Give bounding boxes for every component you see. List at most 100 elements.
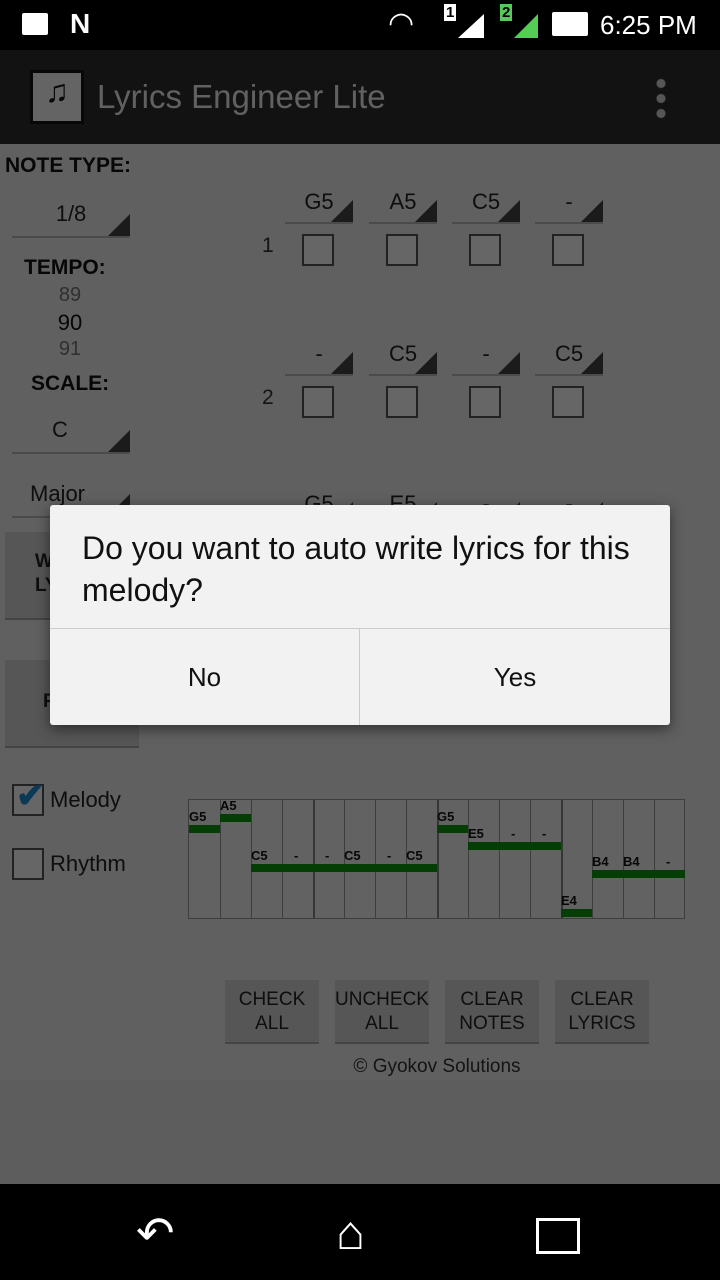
roll-note (623, 870, 654, 878)
note-spinner[interactable]: A5 (369, 184, 437, 224)
back-icon[interactable]: ↶ (136, 1206, 175, 1260)
roll-note (592, 870, 623, 878)
roll-note (251, 864, 282, 872)
roll-note-label: - (542, 826, 547, 841)
roll-note-label: - (294, 848, 299, 863)
wifi-icon: ◠ (388, 7, 415, 40)
scale-key-spinner[interactable]: C (12, 412, 130, 454)
roll-note-label: - (325, 848, 330, 863)
note-spinner[interactable]: C5 (535, 336, 603, 376)
clock: 6:25 PM (600, 10, 697, 40)
roll-note (375, 864, 406, 872)
rhythm-label: Rhythm (50, 851, 126, 876)
note-checkbox[interactable] (469, 234, 501, 266)
roll-note (220, 814, 251, 822)
clear-lyrics-button[interactable]: CLEAR LYRICS (555, 980, 649, 1044)
roll-note (344, 864, 375, 872)
scale-label: SCALE: (31, 372, 110, 395)
roll-gridline (468, 800, 469, 918)
auto-write-dialog: Do you want to auto write lyrics for thi… (50, 505, 670, 725)
note-type-spinner[interactable]: 1/8 (12, 196, 130, 238)
roll-note (499, 842, 530, 850)
note-checkbox[interactable] (552, 386, 584, 418)
home-icon[interactable]: ⌂ (336, 1206, 365, 1261)
note-spinner[interactable]: - (285, 336, 353, 376)
roll-note-label: E4 (561, 893, 577, 908)
note-checkbox[interactable] (302, 386, 334, 418)
roll-note (313, 864, 344, 872)
roll-note (468, 842, 499, 850)
roll-gridline (375, 800, 376, 918)
note-checkbox[interactable] (552, 234, 584, 266)
note-spinner[interactable]: G5 (285, 184, 353, 224)
roll-note-label: G5 (189, 809, 207, 824)
roll-note (406, 864, 437, 872)
signal-bars-2-icon (514, 14, 538, 38)
roll-note (654, 870, 685, 878)
roll-note (561, 909, 592, 917)
roll-note-label: C5 (344, 848, 361, 863)
app-logo-icon: ♫ (30, 70, 84, 124)
rhythm-checkbox[interactable]: Rhythm (12, 848, 126, 880)
tempo-next[interactable]: 91 (40, 338, 100, 358)
roll-note (189, 825, 220, 833)
roll-gridline (654, 800, 655, 918)
roll-gridline (313, 800, 315, 918)
note-type-label: NOTE TYPE: (5, 154, 132, 177)
roll-note (530, 842, 561, 850)
roll-gridline (499, 800, 500, 918)
roll-note (282, 864, 313, 872)
roll-note-label: C5 (406, 848, 423, 863)
signal-sim2-icon: 2 (500, 4, 513, 21)
roll-gridline (282, 800, 283, 918)
yes-button[interactable]: Yes (360, 629, 670, 725)
bar-number: 1 (262, 234, 274, 257)
tempo-prev[interactable]: 89 (40, 284, 100, 307)
note-checkbox[interactable] (469, 386, 501, 418)
roll-note-label: B4 (623, 854, 640, 869)
note-checkbox[interactable] (302, 234, 334, 266)
status-bar: N ◠ 1 2 6:25 PM (0, 0, 720, 50)
piano-roll: G5 A5 C5- - C5- C5 G5 E5- - E4 B4 B4- (188, 798, 685, 919)
clear-notes-button[interactable]: CLEAR NOTES (445, 980, 539, 1044)
melody-label: Melody (50, 787, 121, 812)
copyright-footer: © Gyokov Solutions (353, 1056, 521, 1077)
roll-gridline (530, 800, 531, 918)
roll-note-label: B4 (592, 854, 609, 869)
no-button[interactable]: No (50, 629, 359, 725)
battery-icon (552, 12, 588, 36)
uncheck-all-button[interactable]: UNCHECK ALL (335, 980, 429, 1044)
overflow-menu-icon[interactable] (656, 76, 666, 120)
roll-note-label: - (387, 848, 392, 863)
roll-note-label: - (666, 854, 671, 869)
recents-icon[interactable] (536, 1218, 580, 1254)
app-bar: ♫ Lyrics Engineer Lite (0, 50, 720, 144)
check-all-button[interactable]: CHECK ALL (225, 980, 319, 1044)
nav-bar: ↶ ⌂ (0, 1184, 720, 1280)
tempo-picker-value[interactable]: 90 (40, 310, 100, 336)
signal-bars-icon (458, 14, 484, 38)
melody-check-icon[interactable]: ✔ (12, 777, 45, 816)
bar-number: 2 (262, 386, 274, 409)
note-checkbox[interactable] (386, 386, 418, 418)
n-notification-icon: N (70, 8, 91, 39)
melody-checkbox[interactable]: ✔ Melody (12, 777, 121, 816)
roll-note-label: E5 (468, 826, 484, 841)
roll-note-label: - (511, 826, 516, 841)
dialog-message: Do you want to auto write lyrics for thi… (82, 530, 630, 608)
roll-note-label: A5 (220, 798, 237, 813)
roll-note (437, 825, 468, 833)
roll-note-label: G5 (437, 809, 455, 824)
ad-area (0, 1080, 720, 1184)
note-spinner[interactable]: C5 (452, 184, 520, 224)
note-spinner[interactable]: - (452, 336, 520, 376)
rhythm-check-icon[interactable] (12, 848, 44, 880)
app-title: Lyrics Engineer Lite (97, 78, 386, 115)
note-spinner[interactable]: - (535, 184, 603, 224)
roll-note-label: C5 (251, 848, 268, 863)
note-checkbox[interactable] (386, 234, 418, 266)
signal-sim1-icon: 1 (444, 4, 457, 21)
note-spinner[interactable]: C5 (369, 336, 437, 376)
image-notification-icon (22, 13, 48, 35)
tempo-label: TEMPO: (24, 256, 106, 279)
